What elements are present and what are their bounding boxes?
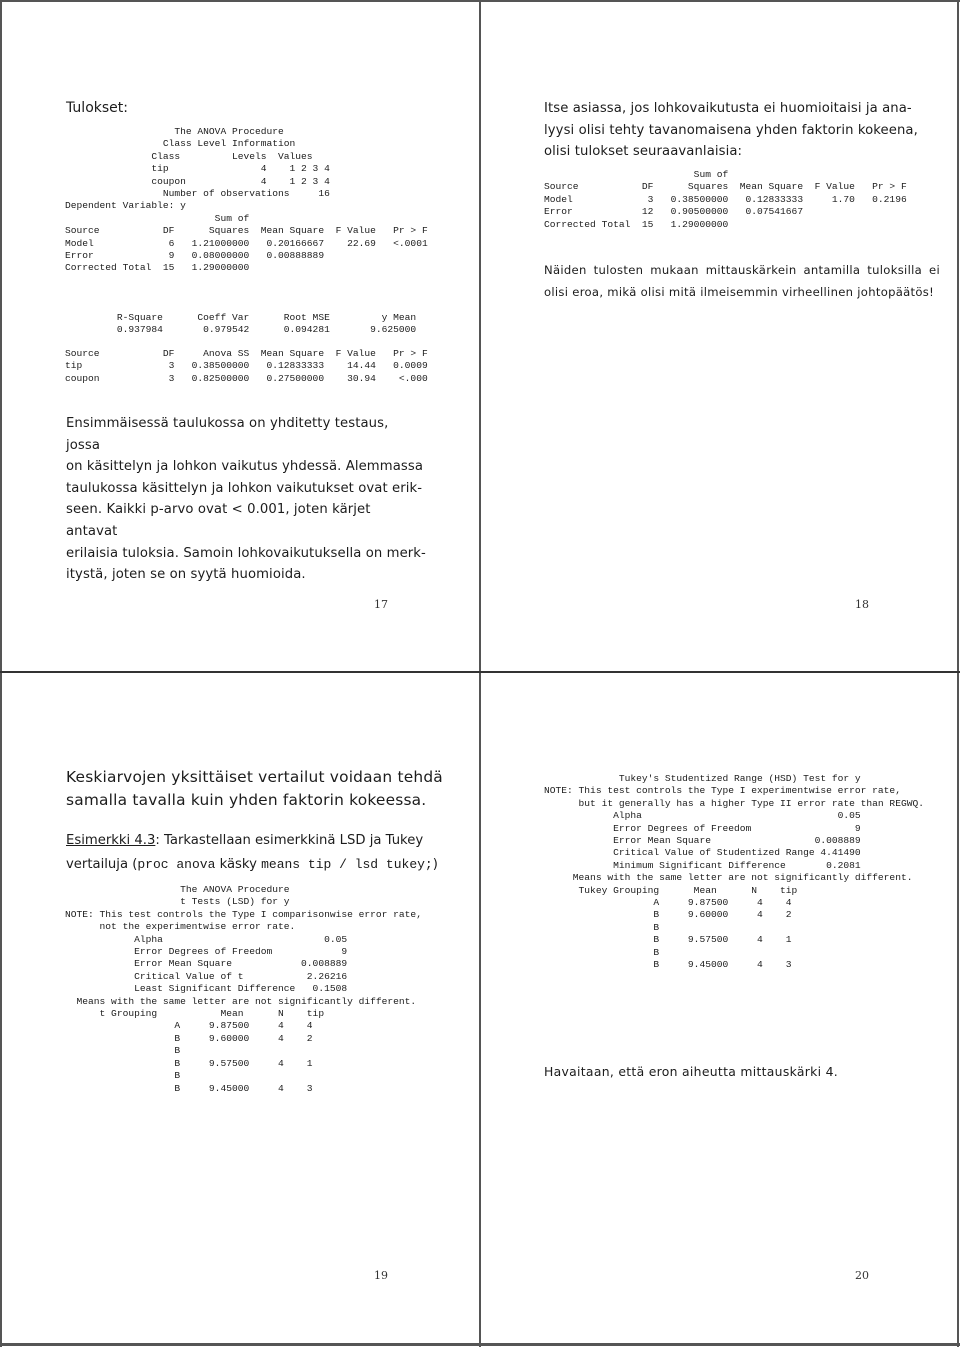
page-number: 17 bbox=[374, 598, 388, 611]
output-line: tip 3 0.38500000 0.12833333 14.44 0.0009 bbox=[65, 360, 428, 372]
output-line: Minimum Significant Difference 0.2081 bbox=[544, 859, 861, 871]
output-line: B bbox=[65, 1045, 181, 1057]
output-line: coupon 3 0.82500000 0.27500000 30.94 <.0… bbox=[65, 372, 428, 384]
example-line-1: Esimerkki 4.3: Tarkastellaan esimerkkinä… bbox=[66, 829, 466, 853]
example-text: : Tarkastellaan esimerkkinä LSD ja Tukey bbox=[155, 833, 424, 848]
output-line: B 9.57500 4 1 bbox=[65, 1057, 313, 1069]
output-line: Means with the same letter are not signi… bbox=[65, 995, 417, 1007]
output-line: Source DF Anova SS Mean Square F Value P… bbox=[65, 348, 428, 359]
output-line: R-Square Coeff Var Root MSE y Mean bbox=[65, 312, 417, 323]
page-18: Itse asiassa, jos lohkovaikutusta ei huo… bbox=[480, 0, 960, 672]
output-line: Alpha 0.05 bbox=[544, 810, 861, 822]
example-label: Esimerkki 4.3 bbox=[66, 833, 156, 848]
output-line: NOTE: This test controls the Type I expe… bbox=[544, 785, 901, 797]
output-line: The ANOVA Procedure bbox=[65, 126, 284, 137]
paragraph-line: on käsittelyn ja lohkon vaikutus yhdessä… bbox=[66, 459, 424, 475]
output-line: Class Levels Values bbox=[65, 150, 313, 162]
output-line: Model 3 0.38500000 0.12833333 1.70 0.219… bbox=[544, 193, 907, 205]
output-line: Error Mean Square 0.008889 bbox=[65, 958, 348, 970]
output-line: The ANOVA Procedure bbox=[65, 884, 290, 895]
output-line: B bbox=[544, 921, 660, 933]
output-line: t Grouping Mean N tip bbox=[65, 1008, 325, 1020]
output-line: NOTE: This test controls the Type I comp… bbox=[65, 908, 422, 920]
paragraph-line: Ensimmäisessä taulukossa on yhditetty te… bbox=[66, 416, 389, 453]
page-19: Keskiarvojen yksittäiset vertailut voida… bbox=[0, 672, 480, 1347]
example-text: ) bbox=[432, 857, 438, 872]
paragraph-line: samalla tavalla kuin yhden faktorin koke… bbox=[66, 791, 427, 809]
output-line: 0.937984 0.979542 0.094281 9.625000 bbox=[65, 324, 417, 336]
output-line: A 9.87500 4 4 bbox=[544, 897, 792, 909]
code-snippet: proc anova bbox=[137, 857, 216, 872]
interpretation-paragraph: Ensimmäisessä taulukossa on yhditetty te… bbox=[66, 413, 426, 586]
output-line: B bbox=[544, 946, 660, 958]
output-line: Critical Value of t 2.26216 bbox=[65, 970, 348, 982]
output-line: Model 6 1.21000000 0.20166667 22.69 <.00… bbox=[65, 237, 428, 249]
example-paragraph: Esimerkki 4.3: Tarkastellaan esimerkkinä… bbox=[66, 829, 466, 877]
output-line: tip 4 1 2 3 4 bbox=[65, 163, 330, 175]
output-line: Source DF Squares Mean Square F Value Pr… bbox=[65, 225, 428, 237]
output-line: Sum of bbox=[65, 212, 250, 224]
paragraph-line: olisi tulokset seuraavanlaisia: bbox=[544, 144, 743, 160]
conclusion-paragraph: Havaitaan, että eron aiheutta mittauskär… bbox=[544, 1064, 839, 1079]
output-line: Number of observations 16 bbox=[65, 188, 330, 200]
conclusion-paragraph: Näiden tulosten mukaan mittauskärkein an… bbox=[544, 259, 944, 303]
output-line: Tukey Grouping Mean N tip bbox=[544, 884, 798, 896]
paragraph-line: taulukossa käsittelyn ja lohkon vaikutuk… bbox=[66, 480, 423, 496]
output-line: B 9.45000 4 3 bbox=[65, 1082, 313, 1094]
page-number: 18 bbox=[855, 598, 869, 611]
output-line: B bbox=[65, 1070, 181, 1082]
output-line: Tukey's Studentized Range (HSD) Test for… bbox=[544, 773, 861, 784]
example-line-2: vertailuja (proc anova käsky means tip /… bbox=[66, 853, 466, 877]
paragraph-line: Keskiarvojen yksittäiset vertailut voida… bbox=[66, 768, 443, 786]
output-line: but it generally has a higher Type II er… bbox=[544, 797, 924, 809]
lsd-output-block: The ANOVA Procedure t Tests (LSD) for yN… bbox=[65, 884, 422, 1095]
output-line: B 9.45000 4 3 bbox=[544, 959, 792, 971]
output-line: Class Level Information bbox=[65, 138, 296, 150]
output-line: Corrected Total 15 1.29000000 bbox=[544, 218, 729, 230]
code-snippet: means tip / lsd tukey; bbox=[261, 857, 433, 872]
output-line: Corrected Total 15 1.29000000 bbox=[65, 262, 250, 274]
output-line: Error 9 0.08000000 0.00888889 bbox=[65, 250, 325, 262]
paragraph-line: itystä, joten se on syytä huomioida. bbox=[66, 567, 306, 583]
anova-output-block: The ANOVA Procedure Class Level Informat… bbox=[65, 126, 428, 275]
paragraph-line: olisi eroa, mikä olisi mitä ilmeisemmin … bbox=[544, 285, 935, 299]
output-line: Error Degrees of Freedom 9 bbox=[544, 822, 861, 834]
output-line: Error Mean Square 0.008889 bbox=[544, 835, 861, 847]
output-line: B 9.60000 4 2 bbox=[544, 909, 792, 921]
example-text: vertailuja ( bbox=[66, 857, 138, 872]
output-line: Dependent Variable: y bbox=[65, 200, 186, 212]
fit-statistics-block: R-Square Coeff Var Root MSE y Mean 0.937… bbox=[65, 312, 416, 337]
page-number: 20 bbox=[855, 1269, 869, 1282]
example-text: käsky bbox=[215, 857, 262, 872]
output-line: t Tests (LSD) for y bbox=[65, 896, 290, 908]
page-20: Tukey's Studentized Range (HSD) Test for… bbox=[480, 672, 960, 1347]
output-line: B 9.57500 4 1 bbox=[544, 934, 792, 946]
paragraph-line: seen. Kaikki p-arvo ovat < 0.001, joten … bbox=[66, 502, 371, 539]
output-line: Error 12 0.90500000 0.07541667 bbox=[544, 206, 804, 218]
intro-paragraph: Itse asiassa, jos lohkovaikutusta ei huo… bbox=[544, 98, 924, 163]
output-line: Means with the same letter are not signi… bbox=[544, 872, 913, 884]
tukey-output-block: Tukey's Studentized Range (HSD) Test for… bbox=[544, 773, 924, 972]
paragraph-line: Näiden tulosten mukaan mittauskärkein an… bbox=[544, 263, 940, 277]
output-line: Least Significant Difference 0.1508 bbox=[65, 983, 348, 995]
output-line: Sum of bbox=[544, 169, 729, 180]
output-line: coupon 4 1 2 3 4 bbox=[65, 175, 330, 187]
paragraph-line: lyysi olisi tehty tavanomaisena yhden fa… bbox=[544, 122, 918, 138]
output-line: not the experimentwise error rate. bbox=[65, 921, 296, 933]
output-line: Alpha 0.05 bbox=[65, 933, 348, 945]
output-line: Error Degrees of Freedom 9 bbox=[65, 946, 348, 958]
paragraph-line: Itse asiassa, jos lohkovaikutusta ei huo… bbox=[544, 101, 912, 116]
page-17: Tulokset: The ANOVA Procedure Class Leve… bbox=[0, 0, 480, 672]
intro-paragraph: Keskiarvojen yksittäiset vertailut voida… bbox=[66, 766, 466, 812]
results-heading: Tulokset: bbox=[66, 100, 128, 116]
output-line: A 9.87500 4 4 bbox=[65, 1020, 313, 1032]
page-number: 19 bbox=[374, 1269, 388, 1282]
output-line: Source DF Squares Mean Square F Value Pr… bbox=[544, 181, 907, 193]
output-line: B 9.60000 4 2 bbox=[65, 1032, 313, 1044]
paragraph-line: erilaisia tuloksia. Samoin lohkovaikutuk… bbox=[66, 545, 426, 561]
output-line: Critical Value of Studentized Range 4.41… bbox=[544, 847, 861, 859]
oneway-anova-table: Sum of Source DF Squares Mean Square F Va… bbox=[544, 169, 907, 231]
effects-table-block: Source DF Anova SS Mean Square F Value P… bbox=[65, 348, 428, 385]
